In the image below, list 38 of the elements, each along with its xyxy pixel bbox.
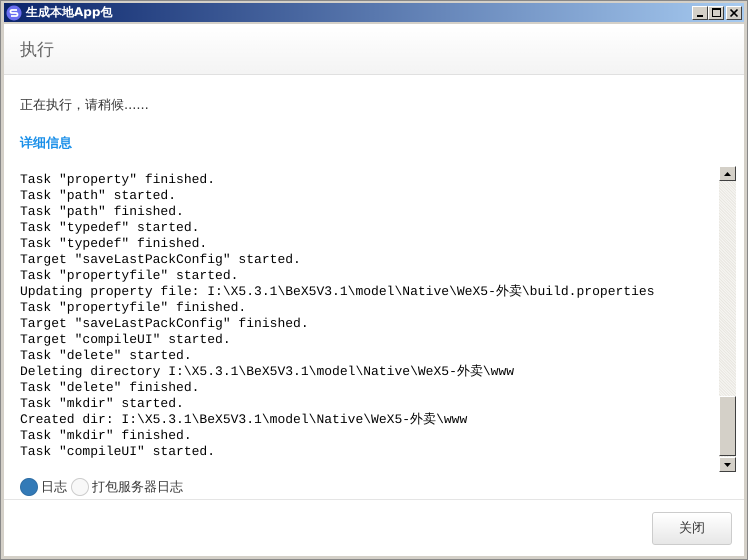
log-source-radio[interactable]: 日志 <box>20 478 67 496</box>
log-line: Task "compileUI" started. <box>20 444 216 460</box>
log-line: Task "delete" started. <box>20 348 193 364</box>
window-title: 生成本地App包 <box>26 4 112 21</box>
log-line: Task "mkdir" finished. <box>20 428 193 444</box>
scroll-thumb[interactable] <box>719 396 736 456</box>
close-button[interactable] <box>726 6 742 20</box>
log-line: Deleting directory I:\X5.3.1\BeX5V3.1\model\Native\WeX5-外卖\www <box>20 364 516 380</box>
page-title: 执行 <box>20 38 54 60</box>
log-line: Target "saveLastPackConfig" started. <box>20 252 302 268</box>
log-line: Task "property" finished. <box>20 172 216 188</box>
log-line: Target "compileUI" started. <box>20 332 232 348</box>
scroll-up-icon[interactable] <box>719 166 736 181</box>
log-line: Task "propertyfile" started. <box>20 268 240 284</box>
maximize-icon <box>712 8 720 17</box>
log-line: Task "mkdir" started. <box>20 396 185 412</box>
close-dialog-button[interactable]: 关闭 <box>652 512 732 544</box>
log-line: Target "saveLastPackConfig" finished. <box>20 316 310 332</box>
status-text: 正在执行，请稍候...... <box>20 97 150 114</box>
radio-label: 打包服务器日志 <box>92 479 183 496</box>
log-line: Task "delete" finished. <box>20 380 200 396</box>
log-source-radio[interactable]: 打包服务器日志 <box>71 478 183 496</box>
log-line: Task "path" finished. <box>20 204 185 220</box>
log-line: Task "propertyfile" finished. <box>20 300 248 316</box>
log-line: Task "path" started. <box>20 188 178 204</box>
radio-label: 日志 <box>41 479 67 496</box>
close-icon <box>730 8 738 16</box>
radio-icon[interactable] <box>20 478 38 496</box>
minimize-icon <box>697 14 703 16</box>
app-logo-icon <box>6 4 22 20</box>
scrollbar[interactable] <box>719 166 736 472</box>
log-line: Task "typedef" started. <box>20 220 200 236</box>
minimize-button[interactable] <box>692 6 708 20</box>
scroll-down-icon[interactable] <box>719 457 736 472</box>
log-line: Created dir: I:\X5.3.1\BeX5V3.1\model\Native\WeX5-外卖\www <box>20 412 468 428</box>
log-line: Updating property file: I:\X5.3.1\BeX5V3.1\model\Native\WeX5-外卖\build.properties <box>20 284 656 300</box>
maximize-button[interactable] <box>708 6 724 20</box>
log-line: Task "typedef" finished. <box>20 236 208 252</box>
